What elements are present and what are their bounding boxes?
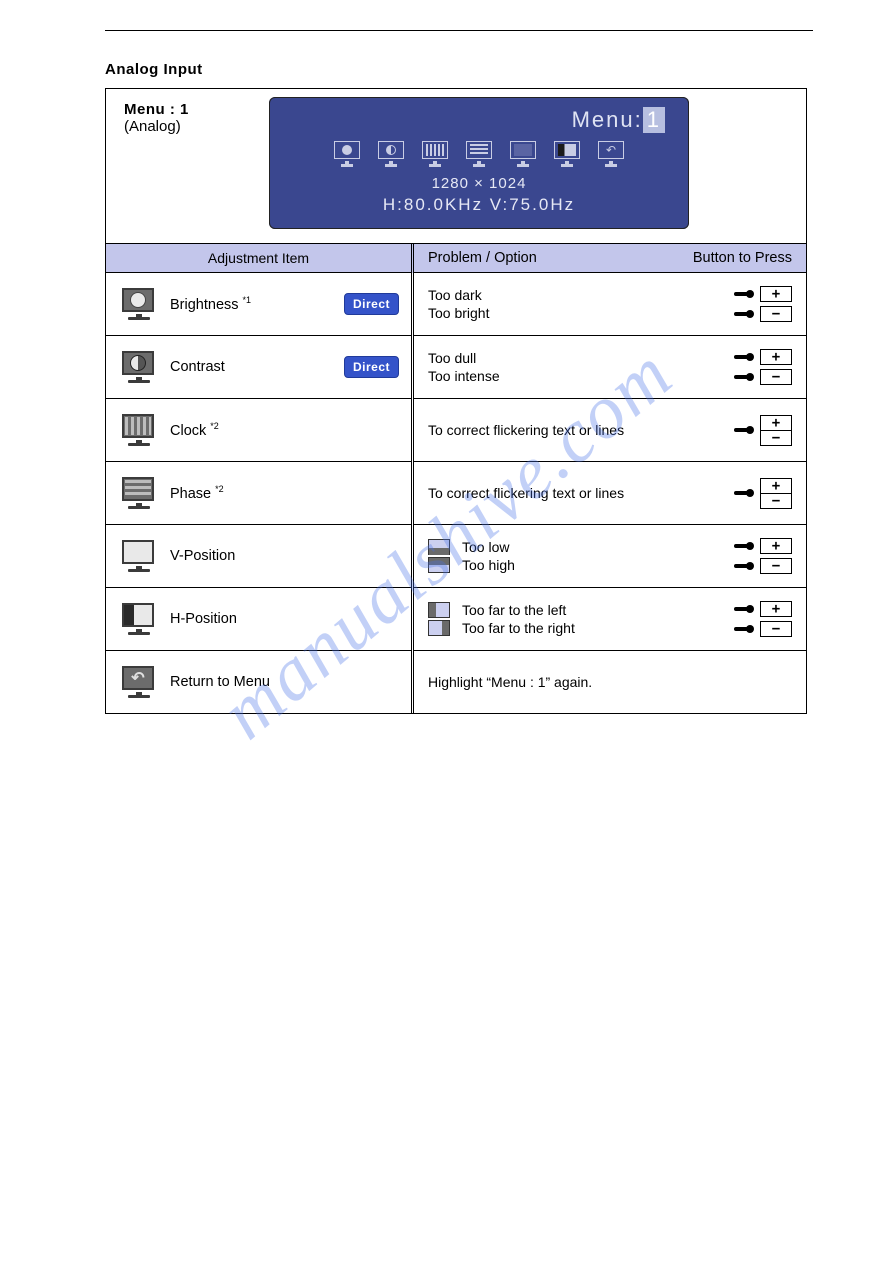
hposition-icon — [550, 141, 584, 167]
osd-menu-label: Menu : 1 — [124, 101, 214, 118]
phase-icon — [120, 477, 158, 509]
direct-badge: Direct — [344, 293, 399, 315]
row-return: ↶ Return to Menu Highlight “Menu : 1” ag… — [106, 651, 806, 714]
direct-badge: Direct — [344, 356, 399, 378]
row-label: V-Position — [170, 548, 235, 564]
osd-frequency: H:80.0KHz V:75.0Hz — [283, 195, 675, 215]
phase-icon — [462, 141, 496, 167]
return-icon: ↶ — [120, 666, 158, 698]
press-plus: + — [734, 349, 792, 365]
row-label: Return to Menu — [170, 674, 270, 690]
problem-text: To correct flickering text or lines — [428, 422, 624, 438]
section-title: Analog Input — [105, 61, 813, 78]
osd-analog-label: (Analog) — [124, 118, 214, 135]
header-problem: Problem / Option — [428, 250, 537, 266]
press-minus: − — [734, 369, 792, 385]
hand-point-icon — [734, 559, 754, 573]
header-right: Problem / Option Button to Press — [414, 244, 806, 272]
brightness-icon — [120, 288, 158, 320]
pos-high-icon — [428, 557, 450, 573]
press-minus: − — [734, 558, 792, 574]
row-phase: Phase *2 To correct flickering text or l… — [106, 462, 806, 525]
pos-low-icon — [428, 539, 450, 555]
osd-panel: Menu:1 ↶ 1280 × 1024 H:80.0KHz V:75.0Hz — [269, 97, 689, 229]
contrast-icon — [374, 141, 408, 167]
hand-point-icon — [734, 539, 754, 553]
brightness-icon — [330, 141, 364, 167]
row-label: Brightness *1 — [170, 295, 251, 313]
row-contrast: Contrast Direct Too dull Too intense + − — [106, 336, 806, 399]
problem-text: Too dull — [428, 350, 500, 366]
osd-title-prefix: Menu: — [572, 107, 643, 132]
press-plus: + — [734, 538, 792, 554]
vposition-icon — [506, 141, 540, 167]
press-minus: − — [734, 621, 792, 637]
osd-icon-row: ↶ — [283, 141, 675, 167]
row-hposition: H-Position Too far to the left Too far t… — [106, 588, 806, 651]
osd-resolution: 1280 × 1024 — [283, 175, 675, 192]
problem-text: To correct flickering text or lines — [428, 485, 624, 501]
hand-point-icon — [734, 486, 754, 500]
hand-point-icon — [734, 350, 754, 364]
row-label: Clock *2 — [170, 421, 219, 439]
hand-point-icon — [734, 602, 754, 616]
osd-title-number: 1 — [643, 107, 665, 133]
top-rule — [105, 30, 813, 31]
hand-point-icon — [734, 370, 754, 384]
press-plus-minus: +− — [734, 415, 792, 446]
row-clock: Clock *2 To correct flickering text or l… — [106, 399, 806, 462]
osd-left-labels: Menu : 1 (Analog) — [124, 97, 214, 135]
problem-text: Highlight “Menu : 1” again. — [428, 674, 592, 690]
row-brightness: Brightness *1 Direct Too dark Too bright… — [106, 273, 806, 336]
press-plus-minus: +− — [734, 478, 792, 509]
press-minus: − — [734, 306, 792, 322]
contrast-icon — [120, 351, 158, 383]
clock-icon — [418, 141, 452, 167]
hposition-icon — [120, 603, 158, 635]
problem-text: Too far to the left — [428, 602, 575, 618]
hand-point-icon — [734, 622, 754, 636]
osd-panel-title: Menu:1 — [283, 107, 675, 133]
problem-text: Too high — [428, 557, 515, 573]
header-adjustment: Adjustment Item — [106, 244, 413, 273]
pos-left-icon — [428, 602, 450, 618]
row-vposition: V-Position Too low Too high + − — [106, 525, 806, 588]
hand-point-icon — [734, 287, 754, 301]
hand-point-icon — [734, 423, 754, 437]
header-button: Button to Press — [693, 250, 792, 266]
hand-point-icon — [734, 307, 754, 321]
adjustment-table: Adjustment Item Problem / Option Button … — [106, 244, 806, 713]
press-plus: + — [734, 286, 792, 302]
menu-table: Menu : 1 (Analog) Menu:1 ↶ 1280 × 1024 H — [105, 88, 807, 714]
clock-icon — [120, 414, 158, 446]
problem-text: Too dark — [428, 287, 489, 303]
vposition-icon — [120, 540, 158, 572]
return-icon: ↶ — [594, 141, 628, 167]
problem-text: Too low — [428, 539, 515, 555]
row-label: Phase *2 — [170, 484, 224, 502]
row-label: H-Position — [170, 611, 237, 627]
manual-page: Analog Input Menu : 1 (Analog) Menu:1 — [0, 0, 893, 714]
pos-right-icon — [428, 620, 450, 636]
problem-text: Too bright — [428, 305, 489, 321]
problem-text: Too far to the right — [428, 620, 575, 636]
osd-section: Menu : 1 (Analog) Menu:1 ↶ 1280 × 1024 H — [106, 89, 806, 244]
press-plus: + — [734, 601, 792, 617]
row-label: Contrast — [170, 359, 225, 375]
problem-text: Too intense — [428, 368, 500, 384]
table-header: Adjustment Item Problem / Option Button … — [106, 244, 806, 273]
